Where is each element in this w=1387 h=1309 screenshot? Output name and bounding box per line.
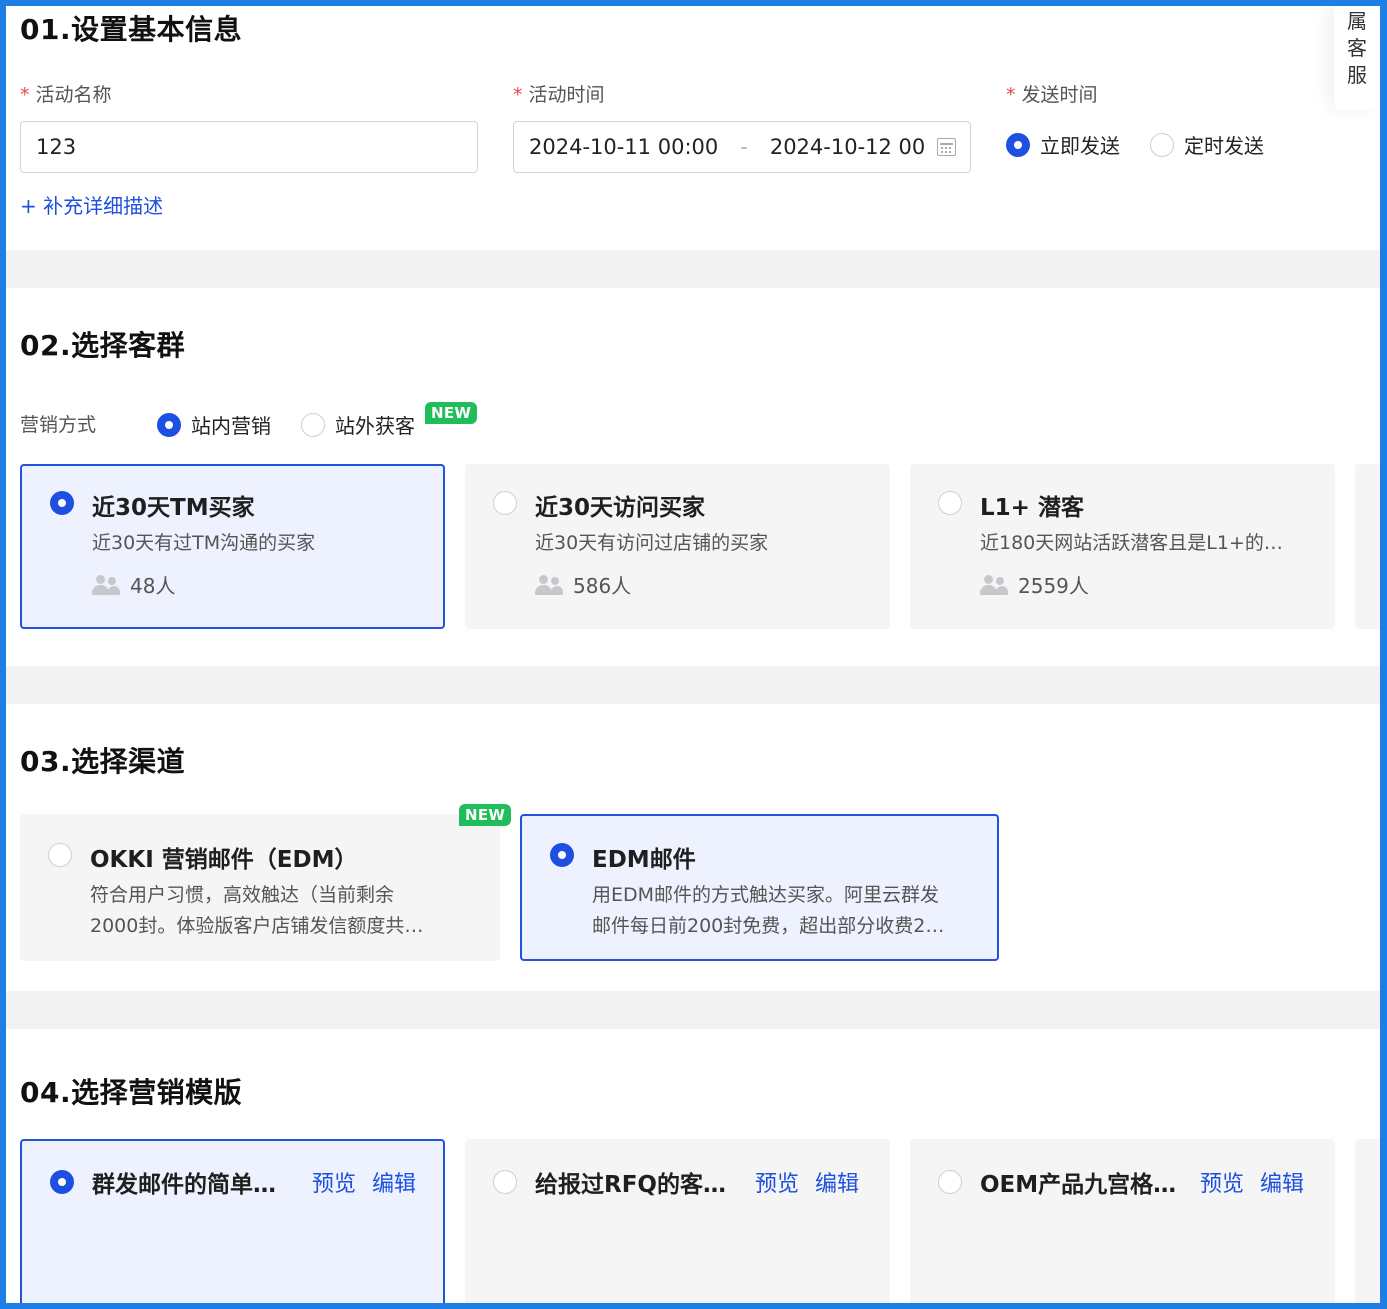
template-name: 给报过RFQ的客…: [535, 1172, 726, 1198]
card-desc-line1: 符合用户习惯，高效触达（当前剩余: [90, 884, 395, 906]
basic-info-section: 01.设置基本信息 * 活动名称 123 * 活动时间 2024-10-11 00:…: [6, 6, 1380, 250]
preview-link[interactable]: 预览: [1200, 1166, 1244, 1198]
template-card[interactable]: 群发邮件的简单… 预览 编辑: [20, 1139, 445, 1303]
range-separator: -: [740, 135, 748, 159]
users-icon: [92, 574, 120, 595]
edit-link[interactable]: 编辑: [372, 1166, 416, 1198]
channel-radio[interactable]: [550, 843, 574, 867]
audience-count: 586人: [535, 570, 631, 599]
section-title-basic-info: 01.设置基本信息: [20, 13, 243, 46]
audience-radio[interactable]: [493, 491, 517, 515]
template-card[interactable]: OEM产品九宫格… 预览 编辑: [910, 1139, 1335, 1303]
audience-card-l1-prospects[interactable]: L1+ 潜客 近180天网站活跃潜客且是L1+的… 2559人: [910, 464, 1335, 629]
card-title: OKKI 营销邮件（EDM）: [90, 847, 358, 873]
channel-card-edm[interactable]: EDM邮件 用EDM邮件的方式触达买家。阿里云群发 邮件每日前200封免费，超出…: [520, 814, 999, 961]
activity-time-label: * 活动时间: [513, 84, 605, 106]
card-desc: 近180天网站活跃潜客且是L1+的…: [980, 532, 1283, 554]
send-scheduled-radio[interactable]: [1150, 132, 1174, 157]
card-title: 近30天访问买家: [535, 495, 706, 521]
send-time-label: * 发送时间: [1006, 84, 1098, 106]
template-radio[interactable]: [50, 1170, 74, 1194]
customer-service-widget[interactable]: 属 客 服: [1334, 6, 1380, 110]
audience-radio[interactable]: [50, 491, 74, 515]
card-title: EDM邮件: [592, 847, 696, 873]
card-title: L1+ 潜客: [980, 495, 1084, 521]
card-desc-line2: 2000封。体验版客户店铺发信额度共…: [90, 915, 424, 937]
preview-link[interactable]: 预览: [755, 1166, 799, 1198]
card-title: 近30天TM买家: [92, 495, 255, 521]
required-mark: *: [513, 84, 523, 106]
preview-link[interactable]: 预览: [312, 1166, 356, 1198]
new-badge: NEW: [425, 402, 478, 424]
audience-card-visitors[interactable]: 近30天访问买家 近30天有访问过店铺的买家 586人: [465, 464, 890, 629]
users-icon: [535, 574, 563, 595]
mode-offsite-option[interactable]: 站外获客: [301, 410, 415, 439]
side-widget-char: 客: [1347, 36, 1367, 60]
mode-onsite-option[interactable]: 站内营销: [157, 410, 271, 439]
section-title-channel: 03.选择渠道: [20, 745, 186, 778]
users-icon: [980, 574, 1008, 595]
send-now-label: 立即发送: [1040, 134, 1120, 158]
audience-section: 02.选择客群 营销方式 站内营销 站外获客 NEW 近30天TM买家 近30天…: [6, 288, 1380, 666]
new-badge: NEW: [459, 804, 512, 826]
activity-time-range-picker[interactable]: 2024-10-11 00:00 - 2024-10-12 00: [513, 121, 971, 173]
send-now-radio[interactable]: [1006, 132, 1030, 157]
channel-card-okki-edm[interactable]: OKKI 营销邮件（EDM） 符合用户习惯，高效触达（当前剩余 2000封。体验…: [20, 814, 500, 961]
activity-name-label: * 活动名称: [20, 84, 112, 106]
required-mark: *: [20, 84, 30, 106]
audience-card-tm-buyers[interactable]: 近30天TM买家 近30天有过TM沟通的买家 48人: [20, 464, 445, 629]
template-card-partial[interactable]: [1355, 1139, 1380, 1303]
card-desc: 近30天有过TM沟通的买家: [92, 532, 316, 554]
template-radio[interactable]: [938, 1170, 962, 1194]
section-title-template: 04.选择营销模版: [20, 1076, 243, 1109]
marketing-mode-label: 营销方式: [20, 414, 97, 436]
template-radio[interactable]: [493, 1170, 517, 1194]
audience-count: 2559人: [980, 570, 1089, 599]
activity-name-input[interactable]: 123: [20, 121, 478, 173]
end-time-value[interactable]: 2024-10-12 00: [770, 135, 925, 159]
template-name: OEM产品九宫格…: [980, 1172, 1177, 1198]
mode-offsite-label: 站外获客: [335, 414, 415, 438]
audience-count: 48人: [92, 570, 175, 599]
mode-onsite-label: 站内营销: [191, 414, 271, 438]
template-name: 群发邮件的简单…: [92, 1172, 276, 1198]
channel-section: 03.选择渠道 OKKI 营销邮件（EDM） 符合用户习惯，高效触达（当前剩余 …: [6, 704, 1380, 991]
edit-link[interactable]: 编辑: [1260, 1166, 1304, 1198]
start-time-value[interactable]: 2024-10-11 00:00: [529, 135, 718, 159]
side-widget-char: 服: [1347, 63, 1367, 87]
activity-name-value: 123: [36, 135, 77, 159]
send-now-option[interactable]: 立即发送: [1006, 130, 1120, 159]
card-desc-line1: 用EDM邮件的方式触达买家。阿里云群发: [592, 884, 940, 906]
section-title-audience: 02.选择客群: [20, 329, 186, 362]
template-section: 04.选择营销模版 群发邮件的简单… 预览 编辑 给报过RFQ的客… 预览 编辑: [6, 1029, 1380, 1303]
card-desc-line2: 邮件每日前200封免费，超出部分收费2…: [592, 915, 945, 937]
card-desc: 近30天有访问过店铺的买家: [535, 532, 769, 554]
calendar-icon[interactable]: [937, 138, 956, 156]
required-mark: *: [1006, 84, 1016, 106]
template-card[interactable]: 给报过RFQ的客… 预览 编辑: [465, 1139, 890, 1303]
mode-onsite-radio[interactable]: [157, 412, 181, 437]
page-frame: 01.设置基本信息 * 活动名称 123 * 活动时间 2024-10-11 00:…: [6, 6, 1380, 1303]
audience-card-partial[interactable]: [1355, 464, 1380, 629]
send-scheduled-label: 定时发送: [1184, 134, 1264, 158]
send-scheduled-option[interactable]: 定时发送: [1150, 130, 1264, 159]
channel-radio[interactable]: [48, 843, 72, 867]
add-description-link[interactable]: + 补充详细描述: [20, 190, 163, 219]
edit-link[interactable]: 编辑: [815, 1166, 859, 1198]
mode-offsite-radio[interactable]: [301, 412, 325, 437]
audience-radio[interactable]: [938, 491, 962, 515]
side-widget-char: 属: [1347, 9, 1367, 33]
